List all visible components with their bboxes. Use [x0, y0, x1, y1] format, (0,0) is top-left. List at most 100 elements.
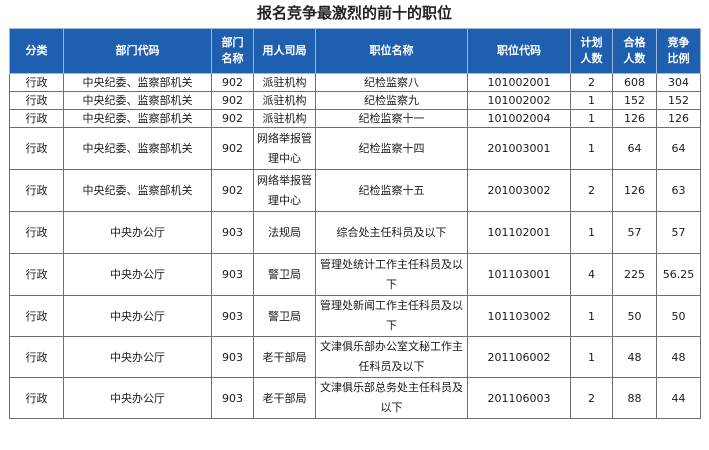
- cell-position: 纪检监察九: [315, 91, 468, 110]
- cell-plan: 2: [570, 73, 613, 92]
- cell-position-code: 201106003: [467, 377, 571, 419]
- cell-bureau: 警卫局: [253, 253, 316, 296]
- cell-type: 行政: [9, 336, 64, 378]
- cell-bureau: 法规局: [253, 211, 316, 254]
- cell-bureau: 派驻机构: [253, 91, 316, 110]
- cell-ratio: 304: [656, 73, 701, 92]
- header-position: 职位名称: [315, 28, 468, 74]
- cell-type: 行政: [9, 253, 64, 296]
- cell-bureau: 派驻机构: [253, 109, 316, 128]
- cell-qualified: 57: [612, 211, 657, 254]
- cell-ratio: 64: [656, 127, 701, 170]
- cell-type: 行政: [9, 127, 64, 170]
- cell-dept: 中央办公厅: [63, 377, 212, 419]
- header-ratio: 竞争 比例: [656, 28, 701, 74]
- table-row: 行政 中央纪委、监察部机关 902 网络举报管理中心 纪检监察十五 201003…: [9, 169, 701, 212]
- cell-ratio: 57: [656, 211, 701, 254]
- cell-dept: 中央纪委、监察部机关: [63, 109, 212, 128]
- cell-bureau: 网络举报管理中心: [253, 127, 316, 170]
- table-row: 行政 中央办公厅 903 警卫局 管理处统计工作主任科员及以下 10110300…: [9, 253, 701, 296]
- cell-bureau: 警卫局: [253, 295, 316, 337]
- cell-plan: 1: [570, 127, 613, 170]
- cell-position: 纪检监察十五: [315, 169, 468, 212]
- cell-position-code: 101002002: [467, 91, 571, 110]
- cell-qualified: 608: [612, 73, 657, 92]
- header-type: 分类: [9, 28, 64, 74]
- cell-dept-code: 903: [211, 295, 254, 337]
- cell-plan: 1: [570, 109, 613, 128]
- cell-position: 管理处统计工作主任科员及以下: [315, 253, 468, 296]
- header-position-code: 职位代码: [467, 28, 571, 74]
- table-row: 行政 中央办公厅 903 法规局 综合处主任科员及以下 101102001 1 …: [9, 211, 701, 254]
- cell-qualified: 50: [612, 295, 657, 337]
- cell-qualified: 225: [612, 253, 657, 296]
- cell-dept: 中央办公厅: [63, 295, 212, 337]
- cell-ratio: 56.25: [656, 253, 701, 296]
- cell-type: 行政: [9, 91, 64, 110]
- cell-type: 行政: [9, 73, 64, 92]
- cell-position-code: 101103002: [467, 295, 571, 337]
- cell-position: 综合处主任科员及以下: [315, 211, 468, 254]
- cell-plan: 1: [570, 295, 613, 337]
- cell-type: 行政: [9, 295, 64, 337]
- cell-plan: 1: [570, 336, 613, 378]
- cell-qualified: 126: [612, 169, 657, 212]
- cell-qualified: 152: [612, 91, 657, 110]
- cell-plan: 1: [570, 91, 613, 110]
- header-dept-code: 部门 名称: [211, 28, 254, 74]
- cell-plan: 1: [570, 211, 613, 254]
- cell-position: 管理处新闻工作主任科员及以下: [315, 295, 468, 337]
- cell-position-code: 101102001: [467, 211, 571, 254]
- cell-bureau: 老干部局: [253, 377, 316, 419]
- table-row: 行政 中央纪委、监察部机关 902 派驻机构 纪检监察十一 101002004 …: [9, 109, 701, 128]
- cell-type: 行政: [9, 211, 64, 254]
- cell-dept-code: 902: [211, 169, 254, 212]
- table-row: 行政 中央纪委、监察部机关 902 派驻机构 纪检监察九 101002002 1…: [9, 91, 701, 110]
- cell-position-code: 101002001: [467, 73, 571, 92]
- header-plan: 计划 人数: [570, 28, 613, 74]
- cell-ratio: 126: [656, 109, 701, 128]
- cell-plan: 4: [570, 253, 613, 296]
- cell-plan: 2: [570, 377, 613, 419]
- cell-bureau: 老干部局: [253, 336, 316, 378]
- table-header-row: 分类 部门代码 部门 名称 用人司局 职位名称 职位代码 计划 人数 合格 人数 竞争…: [9, 28, 701, 74]
- table-row: 行政 中央办公厅 903 警卫局 管理处新闻工作主任科员及以下 10110300…: [9, 295, 701, 337]
- cell-position-code: 201003002: [467, 169, 571, 212]
- cell-ratio: 48: [656, 336, 701, 378]
- cell-ratio: 44: [656, 377, 701, 419]
- cell-position-code: 201003001: [467, 127, 571, 170]
- cell-position: 文津俱乐部总务处主任科员及以下: [315, 377, 468, 419]
- table-row: 行政 中央纪委、监察部机关 902 网络举报管理中心 纪检监察十四 201003…: [9, 127, 701, 170]
- cell-ratio: 152: [656, 91, 701, 110]
- cell-dept-code: 902: [211, 73, 254, 92]
- cell-dept-code: 902: [211, 127, 254, 170]
- cell-dept: 中央纪委、监察部机关: [63, 169, 212, 212]
- table-row: 行政 中央办公厅 903 老干部局 文津俱乐部办公室文秘工作主任科员及以下 20…: [9, 336, 701, 378]
- cell-position-code: 101103001: [467, 253, 571, 296]
- cell-dept-code: 903: [211, 336, 254, 378]
- cell-dept: 中央办公厅: [63, 336, 212, 378]
- cell-qualified: 88: [612, 377, 657, 419]
- cell-position: 纪检监察八: [315, 73, 468, 92]
- cell-type: 行政: [9, 109, 64, 128]
- header-qualified: 合格 人数: [612, 28, 657, 74]
- header-bureau: 用人司局: [253, 28, 316, 74]
- cell-dept: 中央纪委、监察部机关: [63, 91, 212, 110]
- table-row: 行政 中央纪委、监察部机关 902 派驻机构 纪检监察八 101002001 2…: [9, 73, 701, 92]
- cell-dept: 中央办公厅: [63, 211, 212, 254]
- cell-position: 纪检监察十四: [315, 127, 468, 170]
- cell-dept-code: 903: [211, 253, 254, 296]
- cell-qualified: 126: [612, 109, 657, 128]
- cell-bureau: 派驻机构: [253, 73, 316, 92]
- cell-position-code: 101002004: [467, 109, 571, 128]
- cell-type: 行政: [9, 377, 64, 419]
- cell-bureau: 网络举报管理中心: [253, 169, 316, 212]
- cell-dept-code: 903: [211, 377, 254, 419]
- header-dept: 部门代码: [63, 28, 212, 74]
- cell-position-code: 201106002: [467, 336, 571, 378]
- cell-plan: 2: [570, 169, 613, 212]
- cell-ratio: 63: [656, 169, 701, 212]
- cell-type: 行政: [9, 169, 64, 212]
- cell-qualified: 48: [612, 336, 657, 378]
- page-title: 报名竞争最激烈的前十的职位: [256, 4, 452, 22]
